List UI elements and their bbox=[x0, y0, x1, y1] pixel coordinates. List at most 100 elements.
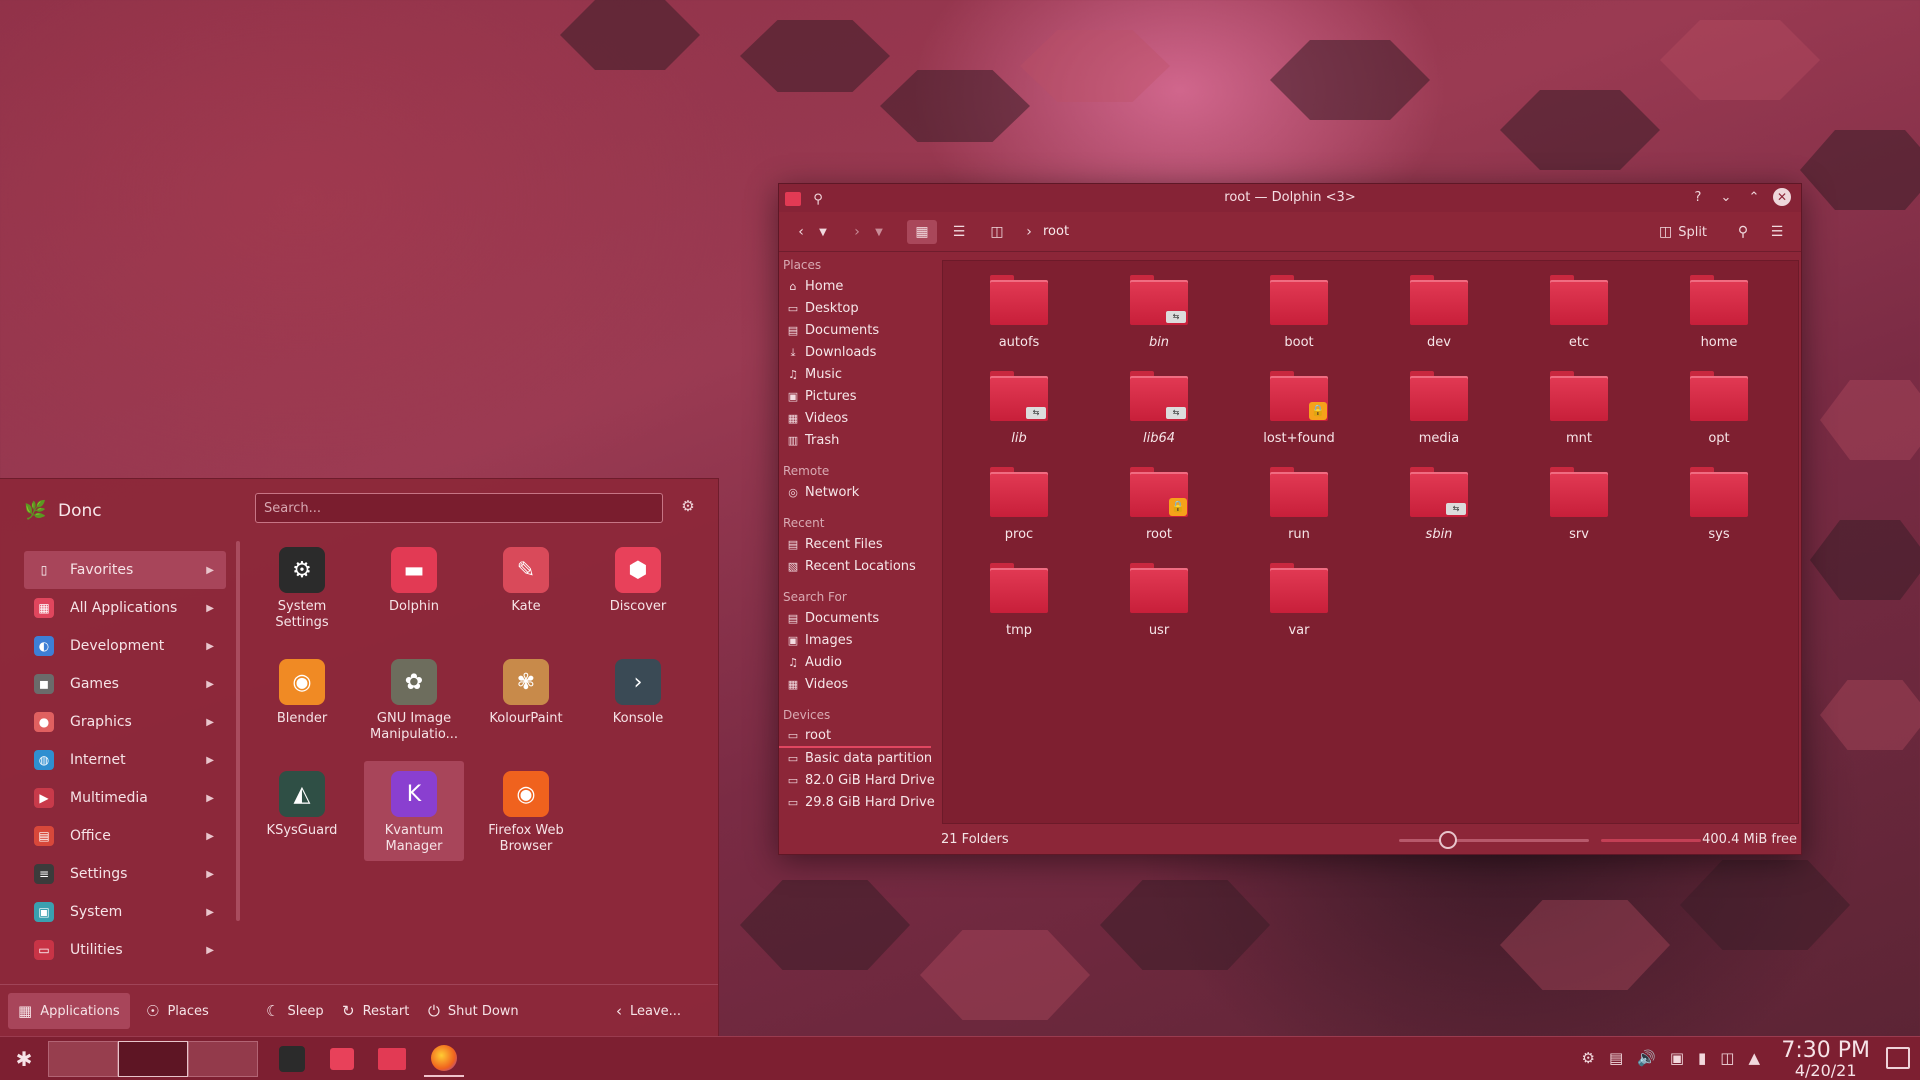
sidebar-item-documents[interactable]: ▤ Documents bbox=[779, 608, 939, 630]
titlebar[interactable]: ⚲ root — Dolphin <3> ? ⌄ ⌃ ✕ bbox=[779, 184, 1801, 212]
volume-icon[interactable]: 🔊 bbox=[1637, 1049, 1656, 1067]
sidebar-item-basic-data-partition[interactable]: ▭ Basic data partition bbox=[779, 748, 939, 770]
category-all-applications[interactable]: ▦ All Applications ▶ bbox=[24, 589, 226, 627]
folder-item[interactable]: tmp bbox=[959, 559, 1079, 655]
sidebar-item-desktop[interactable]: ▭ Desktop bbox=[779, 298, 939, 320]
search-button[interactable]: ⚲ bbox=[1731, 220, 1755, 244]
app-dolphin[interactable]: ▬ Dolphin bbox=[364, 537, 464, 637]
tray-expand-icon[interactable]: ▲ bbox=[1748, 1049, 1760, 1067]
folder-item[interactable]: home bbox=[1659, 271, 1779, 367]
scrollbar[interactable] bbox=[236, 541, 240, 921]
category-system[interactable]: ▣ System ▶ bbox=[24, 893, 226, 931]
back-history-icon[interactable]: ▼ bbox=[811, 220, 835, 244]
battery-icon[interactable]: ▮ bbox=[1698, 1049, 1706, 1067]
app-blender[interactable]: ◉ Blender bbox=[252, 649, 352, 749]
folder-item[interactable]: dev bbox=[1379, 271, 1499, 367]
compact-view-button[interactable]: ☰ bbox=[947, 220, 971, 244]
applications-tab[interactable]: ▦ Applications bbox=[8, 993, 130, 1029]
folder-item[interactable]: run bbox=[1239, 463, 1359, 559]
folder-item[interactable]: srv bbox=[1519, 463, 1639, 559]
sidebar-item-audio[interactable]: ♫ Audio bbox=[779, 652, 939, 674]
folder-item[interactable]: 🔒 lost+found bbox=[1239, 367, 1359, 463]
help-button[interactable]: ? bbox=[1689, 188, 1707, 206]
folder-item[interactable]: proc bbox=[959, 463, 1079, 559]
zoom-slider[interactable] bbox=[1399, 839, 1589, 842]
sidebar-item-recent-locations[interactable]: ▧ Recent Locations bbox=[779, 556, 939, 578]
pager-desktop-3[interactable] bbox=[188, 1041, 258, 1077]
app-discover[interactable]: ⬢ Discover bbox=[588, 537, 688, 637]
back-button[interactable]: ‹ bbox=[789, 220, 813, 244]
forward-history-icon[interactable]: ▼ bbox=[867, 220, 891, 244]
category-internet[interactable]: ◍ Internet ▶ bbox=[24, 741, 226, 779]
folder-item[interactable]: opt bbox=[1659, 367, 1779, 463]
search-input[interactable] bbox=[255, 493, 663, 523]
folder-item[interactable]: autofs bbox=[959, 271, 1079, 367]
sidebar-item-images[interactable]: ▣ Images bbox=[779, 630, 939, 652]
restart-button[interactable]: ↻ Restart bbox=[332, 993, 419, 1029]
folder-item[interactable]: ⇆ sbin bbox=[1379, 463, 1499, 559]
folder-view[interactable]: autofs ⇆ bin boot dev etc home ⇆ lib ⇆ lib6… bbox=[942, 260, 1799, 824]
places-tab[interactable]: ☉ Places bbox=[136, 993, 219, 1029]
category-favorites[interactable]: ▯ Favorites ▶ bbox=[24, 551, 226, 589]
sidebar-item-network[interactable]: ◎ Network bbox=[779, 482, 939, 504]
sidebar-item-downloads[interactable]: ⤓ Downloads bbox=[779, 342, 939, 364]
details-view-button[interactable]: ◫ bbox=[985, 220, 1009, 244]
folder-item[interactable]: mnt bbox=[1519, 367, 1639, 463]
sidebar-item-recent-files[interactable]: ▤ Recent Files bbox=[779, 534, 939, 556]
system-settings-taskbar-icon[interactable] bbox=[274, 1041, 310, 1077]
category-office[interactable]: ▤ Office ▶ bbox=[24, 817, 226, 855]
sidebar-item-pictures[interactable]: ▣ Pictures bbox=[779, 386, 939, 408]
app-gnu-image-manipulatio[interactable]: ✿ GNU Image Manipulatio... bbox=[364, 649, 464, 749]
app-kolourpaint[interactable]: ✾ KolourPaint bbox=[476, 649, 576, 749]
sidebar-item-documents[interactable]: ▤ Documents bbox=[779, 320, 939, 342]
network-tray-icon[interactable]: ▣ bbox=[1670, 1049, 1684, 1067]
category-multimedia[interactable]: ▶ Multimedia ▶ bbox=[24, 779, 226, 817]
zoom-slider-handle[interactable] bbox=[1439, 831, 1457, 849]
breadcrumb-root[interactable]: root bbox=[1043, 224, 1069, 239]
category-utilities[interactable]: ▭ Utilities ▶ bbox=[24, 931, 226, 969]
folder-item[interactable]: sys bbox=[1659, 463, 1779, 559]
maximize-button[interactable]: ⌃ bbox=[1745, 188, 1763, 206]
close-button[interactable]: ✕ bbox=[1773, 188, 1791, 206]
category-development[interactable]: ◐ Development ▶ bbox=[24, 627, 226, 665]
app-system-settings[interactable]: ⚙ System Settings bbox=[252, 537, 352, 637]
folder-item[interactable]: boot bbox=[1239, 271, 1359, 367]
app-kvantum-manager[interactable]: K Kvantum Manager bbox=[364, 761, 464, 861]
folder-item[interactable]: ⇆ lib bbox=[959, 367, 1079, 463]
kde-launcher-icon[interactable]: ✱ bbox=[8, 1041, 40, 1077]
folder-item[interactable]: ⇆ bin bbox=[1099, 271, 1219, 367]
discover-taskbar-icon[interactable] bbox=[324, 1041, 360, 1077]
pager-desktop-1[interactable] bbox=[48, 1041, 118, 1077]
digital-clock[interactable]: 7:30 PM 4/20/21 bbox=[1781, 1039, 1870, 1079]
folder-item[interactable]: media bbox=[1379, 367, 1499, 463]
icons-view-button[interactable]: ▦ bbox=[907, 220, 937, 244]
sidebar-item-29-8-gib-hard-drive[interactable]: ▭ 29.8 GiB Hard Drive bbox=[779, 792, 939, 814]
sleep-button[interactable]: ☾ Sleep bbox=[256, 993, 334, 1029]
category-settings[interactable]: ≡ Settings ▶ bbox=[24, 855, 226, 893]
sidebar-item-root[interactable]: ▭ root bbox=[779, 726, 931, 748]
configure-icon[interactable]: ⚙ bbox=[678, 497, 698, 517]
folder-item[interactable]: var bbox=[1239, 559, 1359, 655]
folder-item[interactable]: 🔒 root bbox=[1099, 463, 1219, 559]
sidebar-item-videos[interactable]: ▦ Videos bbox=[779, 674, 939, 696]
clipboard-icon[interactable]: ▤ bbox=[1609, 1049, 1623, 1067]
shutdown-button[interactable]: ⏻ Shut Down bbox=[418, 993, 529, 1029]
leave-button[interactable]: ‹ Leave... bbox=[606, 993, 691, 1029]
avatar[interactable]: 🌿 bbox=[24, 499, 48, 523]
sidebar-item-home[interactable]: ⌂ Home bbox=[779, 276, 939, 298]
category-games[interactable]: ◼ Games ▶ bbox=[24, 665, 226, 703]
app-konsole[interactable]: › Konsole bbox=[588, 649, 688, 749]
display-icon[interactable]: ◫ bbox=[1720, 1049, 1734, 1067]
sidebar-item-music[interactable]: ♫ Music bbox=[779, 364, 939, 386]
dolphin-taskbar-icon[interactable] bbox=[374, 1041, 410, 1077]
show-desktop-button[interactable] bbox=[1886, 1047, 1910, 1069]
hamburger-menu-button[interactable]: ☰ bbox=[1765, 220, 1789, 244]
category-graphics[interactable]: ● Graphics ▶ bbox=[24, 703, 226, 741]
folder-item[interactable]: usr bbox=[1099, 559, 1219, 655]
forward-button[interactable]: › bbox=[845, 220, 869, 244]
split-button[interactable]: ◫ Split bbox=[1653, 220, 1713, 244]
minimize-button[interactable]: ⌄ bbox=[1717, 188, 1735, 206]
folder-item[interactable]: ⇆ lib64 bbox=[1099, 367, 1219, 463]
app-ksysguard[interactable]: ◭ KSysGuard bbox=[252, 761, 352, 861]
folder-item[interactable]: etc bbox=[1519, 271, 1639, 367]
